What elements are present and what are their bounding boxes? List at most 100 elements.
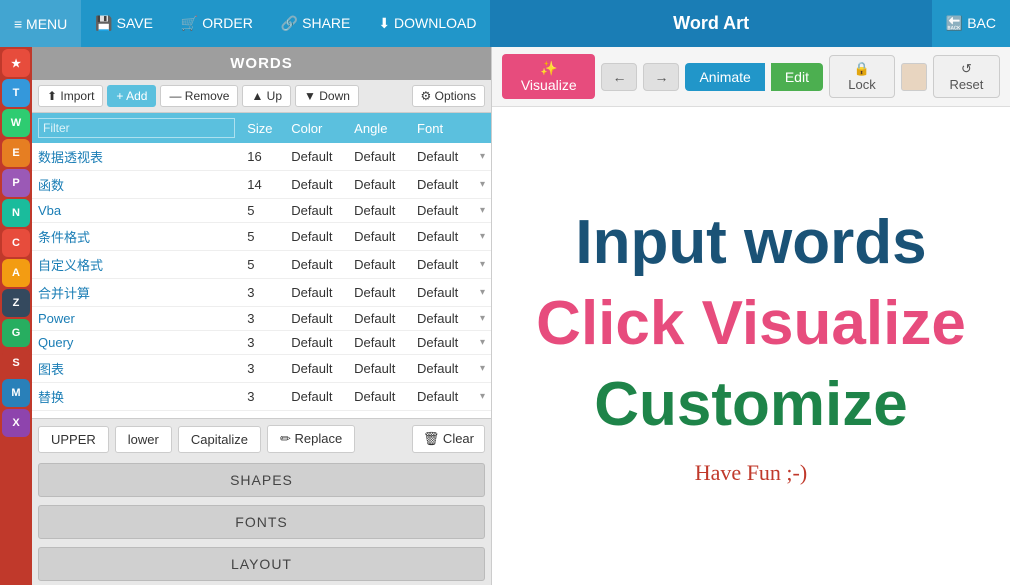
app-icon[interactable]: M [2,379,30,407]
app-icon[interactable]: N [2,199,30,227]
right-toolbar: ✨ Visualize ← → Animate Edit 🔒 Lock ↺ Re… [492,47,1010,107]
table-row[interactable]: 数据透视表 16 Default Default Default ▾ [32,143,491,171]
color-cell: Default [285,199,348,223]
angle-cell: Default [348,411,411,419]
words-tbody: 数据透视表 16 Default Default Default ▾ 函数 14… [32,143,491,418]
color-cell: Default [285,143,348,171]
row-dropdown[interactable]: ▾ [474,355,491,383]
size-cell: 14 [241,171,285,199]
app-icon[interactable]: E [2,139,30,167]
size-cell: 5 [241,199,285,223]
word-cell: 替换 [32,383,241,411]
visualize-button[interactable]: ✨ Visualize [502,54,595,99]
table-row[interactable]: 自定义格式 5 Default Default Default ▾ [32,251,491,279]
clear-button[interactable]: 🗑 Clear [412,425,485,453]
row-dropdown[interactable]: ▾ [474,143,491,171]
size-cell: 3 [241,411,285,419]
angle-cell: Default [348,355,411,383]
app-icon[interactable]: Z [2,289,30,317]
app-icon[interactable]: P [2,169,30,197]
add-button[interactable]: + Add [107,85,156,107]
layout-section[interactable]: LAYOUT [38,547,485,581]
replace-button[interactable]: ✏ Replace [267,425,355,453]
canvas-area: Input words Click Visualize Customize Ha… [492,107,1010,585]
words-header: WORDS [32,47,491,80]
row-dropdown[interactable]: ▾ [474,251,491,279]
color-cell: Default [285,307,348,331]
size-cell: 16 [241,143,285,171]
row-dropdown[interactable]: ▾ [474,223,491,251]
font-cell: Default [411,279,474,307]
size-cell: 5 [241,223,285,251]
word-cell: Vba [32,199,241,223]
table-row[interactable]: 条件格式 5 Default Default Default ▾ [32,223,491,251]
font-cell: Default [411,199,474,223]
app-icon[interactable]: W [2,109,30,137]
back-arrow-button[interactable]: ← [601,63,637,91]
edit-button[interactable]: Edit [771,63,823,91]
reset-button[interactable]: ↺ Reset [933,55,1000,98]
lock-button[interactable]: 🔒 Lock [829,55,895,98]
left-panel: WORDS ⬆ Import + Add — Remove ▲ Up ▼ Dow… [32,47,492,585]
table-row[interactable]: 图表 3 Default Default Default ▾ [32,355,491,383]
filter-input[interactable] [38,118,235,138]
row-dropdown[interactable]: ▾ [474,307,491,331]
app-icon[interactable]: G [2,319,30,347]
app-icon[interactable]: T [2,79,30,107]
row-dropdown[interactable]: ▾ [474,199,491,223]
word-cell: 函数 [32,171,241,199]
app-icon[interactable]: X [2,409,30,437]
color-cell: Default [285,279,348,307]
app-icon[interactable]: A [2,259,30,287]
lower-button[interactable]: lower [115,426,172,453]
import-button[interactable]: ⬆ Import [38,85,103,107]
table-row[interactable]: 合并计算 3 Default Default Default ▾ [32,279,491,307]
app-icon[interactable]: C [2,229,30,257]
table-row[interactable]: 替换 3 Default Default Default ▾ [32,383,491,411]
share-button[interactable]: 🔗 SHARE [267,0,365,47]
back-button[interactable]: 🔙 BAC [932,15,1010,32]
row-dropdown[interactable]: ▾ [474,331,491,355]
font-cell: Default [411,331,474,355]
row-dropdown[interactable]: ▾ [474,383,491,411]
table-row[interactable]: Query 3 Default Default Default ▾ [32,331,491,355]
word-cell: 合并计算 [32,279,241,307]
forward-arrow-button[interactable]: → [643,63,679,91]
upper-button[interactable]: UPPER [38,426,109,453]
options-button[interactable]: ⚙ Options [412,85,485,107]
font-cell: Default [411,143,474,171]
main-layout: ★TWEPNCAZGSMX WORDS ⬆ Import + Add — Rem… [0,47,1010,585]
up-button[interactable]: ▲ Up [242,85,291,107]
row-dropdown[interactable]: ▾ [474,171,491,199]
table-row[interactable]: 分类汇总 3 Default Default Default ▾ [32,411,491,419]
animate-button[interactable]: Animate [685,63,764,91]
download-button[interactable]: ⬇ DOWNLOAD [364,0,490,47]
down-button[interactable]: ▼ Down [295,85,359,107]
app-sidebar: ★TWEPNCAZGSMX [0,47,32,585]
words-actions: UPPER lower Capitalize ✏ Replace 🗑 Clear [32,418,491,459]
app-icon[interactable]: ★ [2,49,30,77]
color-swatch[interactable] [901,63,927,91]
table-row[interactable]: 函数 14 Default Default Default ▾ [32,171,491,199]
canvas-fun: Have Fun ;-) [695,460,807,486]
angle-cell: Default [348,143,411,171]
menu-button[interactable]: ≡ MENU [0,0,81,47]
fonts-section[interactable]: FONTS [38,505,485,539]
remove-button[interactable]: — Remove [160,85,238,107]
save-button[interactable]: 💾 SAVE [81,0,167,47]
order-button[interactable]: 🛒 ORDER [167,0,267,47]
size-cell: 3 [241,383,285,411]
row-dropdown[interactable]: ▾ [474,279,491,307]
table-row[interactable]: Vba 5 Default Default Default ▾ [32,199,491,223]
word-cell: 条件格式 [32,223,241,251]
angle-cell: Default [348,251,411,279]
shapes-section[interactable]: SHAPES [38,463,485,497]
app-icon[interactable]: S [2,349,30,377]
capitalize-button[interactable]: Capitalize [178,426,261,453]
row-dropdown[interactable]: ▾ [474,411,491,419]
word-cell: 图表 [32,355,241,383]
table-row[interactable]: Power 3 Default Default Default ▾ [32,307,491,331]
words-toolbar: ⬆ Import + Add — Remove ▲ Up ▼ Down ⚙ Op… [32,80,491,113]
color-cell: Default [285,251,348,279]
angle-cell: Default [348,307,411,331]
